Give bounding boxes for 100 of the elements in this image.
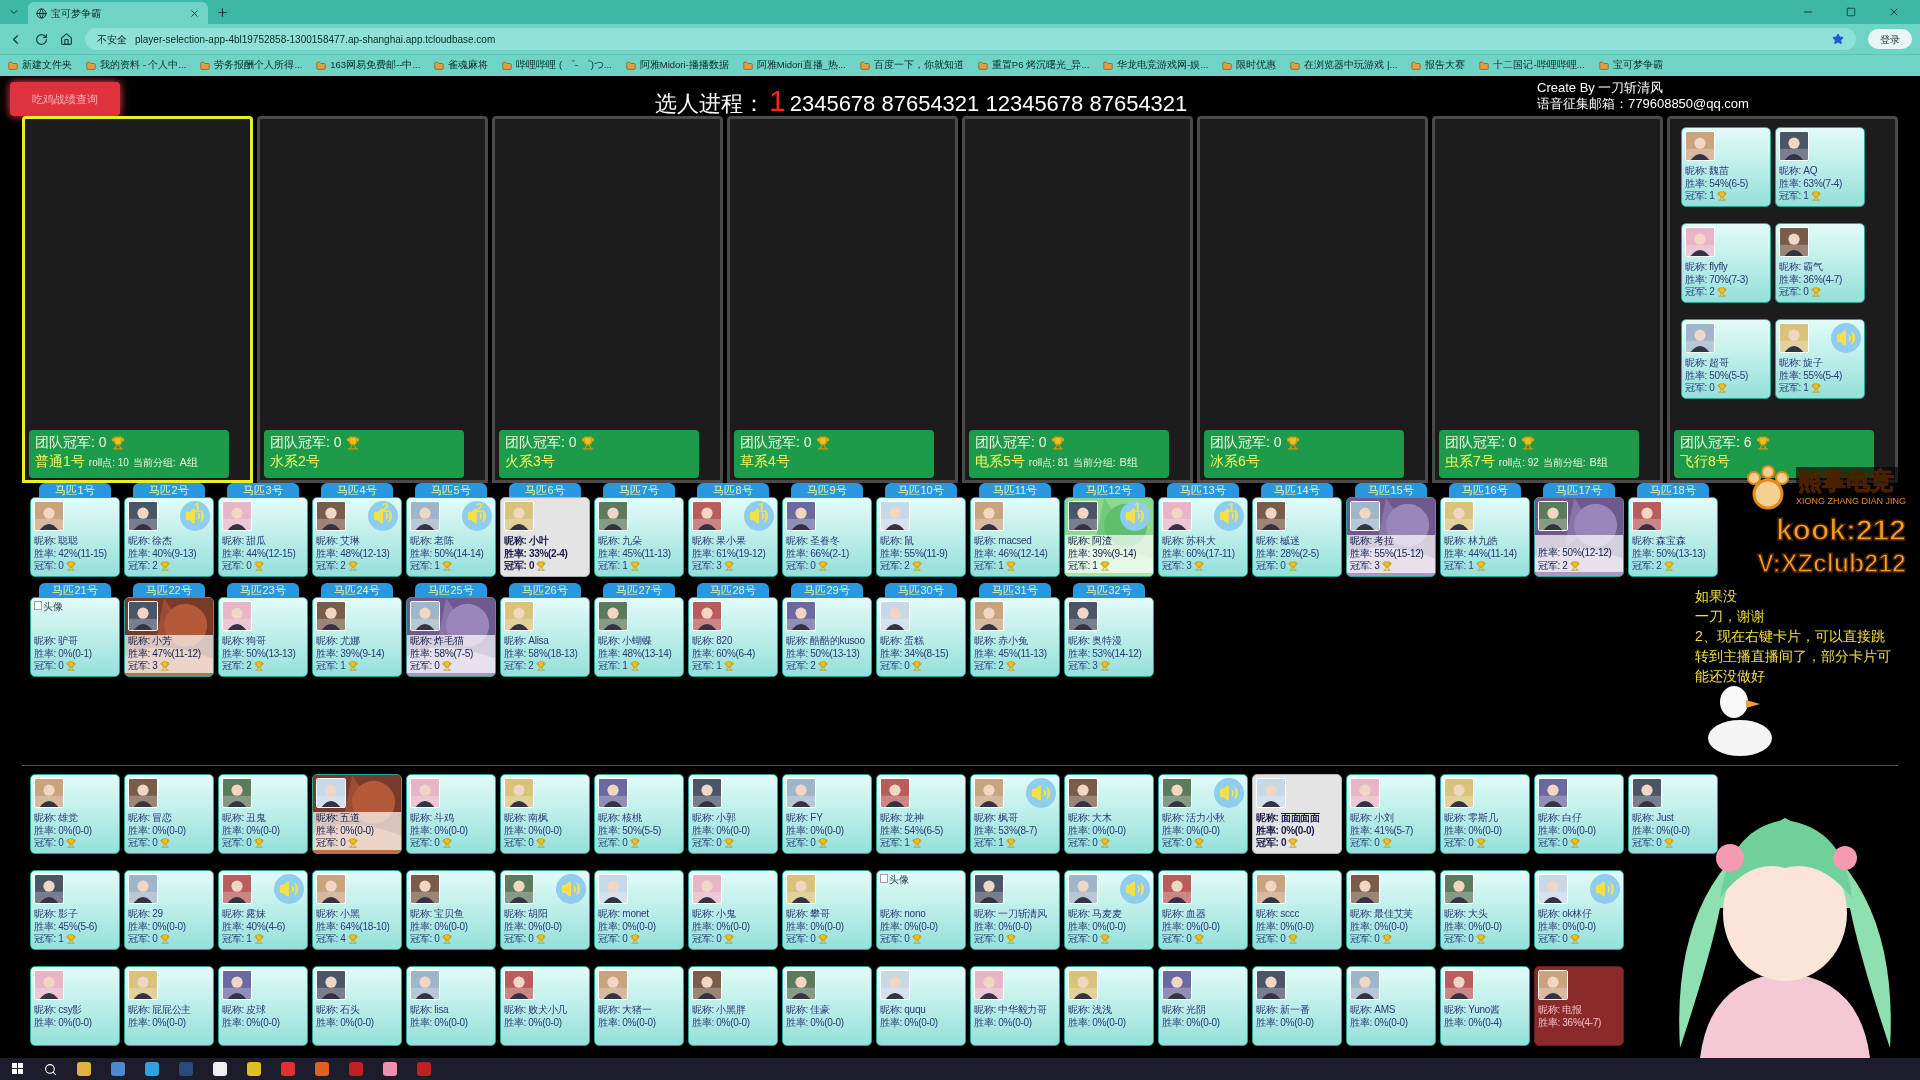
app-icon[interactable]	[247, 1062, 261, 1076]
player-card[interactable]: 昵称: 圣眷冬 胜率: 66%(2-1) 冠军: 0	[782, 497, 872, 577]
team-panel[interactable]: 团队冠军: 0 普通1号 roll点: 10 当前分组: A组	[22, 116, 253, 483]
speaker-badge[interactable]	[1831, 323, 1861, 353]
player-card[interactable]: 昵称: 败犬小几 胜率: 0%(0-0)	[500, 966, 590, 1046]
bookmark-link[interactable]: 十二国记-哔哩哔哩...	[1493, 58, 1585, 73]
player-card[interactable]: 昵称: 小黑 胜率: 64%(18-10) 冠军: 4	[312, 870, 402, 950]
player-card[interactable]: 昵称: 狗哥 胜率: 50%(13-13) 冠军: 2	[218, 597, 308, 677]
speaker-badge[interactable]	[1214, 778, 1244, 808]
bookmark-link[interactable]: 我的资料 - 个人中...	[100, 58, 187, 73]
player-card[interactable]: 昵称: 活力小秋 胜率: 0%(0-0) 冠军: 0	[1158, 774, 1248, 854]
player-card[interactable]: 昵称: 聪聪 胜率: 42%(11-15) 冠军: 0	[30, 497, 120, 577]
bookmark-link[interactable]: 劳务报酬个人所得...	[214, 58, 303, 73]
player-card[interactable]: 昵称: macsed 胜率: 46%(12-14) 冠军: 1	[970, 497, 1060, 577]
bookmark-link[interactable]: 重置P6 烤沉曙光_异...	[991, 58, 1090, 73]
player-card[interactable]: 昵称: 石头 胜率: 0%(0-0)	[312, 966, 402, 1046]
player-card[interactable]: 昵称: 佳豪 胜率: 0%(0-0)	[782, 966, 872, 1046]
player-card[interactable]: 昵称: 新一番 胜率: 0%(0-0)	[1252, 966, 1342, 1046]
player-card[interactable]: 昵称: 丑鬼 胜率: 0%(0-0) 冠军: 0	[218, 774, 308, 854]
player-card[interactable]: 昵称: 赤小兔 胜率: 45%(11-13) 冠军: 2	[970, 597, 1060, 677]
player-card[interactable]: 昵称: 胡阳 胜率: 0%(0-0) 冠军: 0	[500, 870, 590, 950]
player-card[interactable]: 昵称: 小刘 胜率: 41%(5-7) 冠军: 0	[1346, 774, 1436, 854]
browser-tab[interactable]: 宝可梦争霸	[28, 2, 208, 24]
player-card[interactable]: 昵称: 小蝴蝶 胜率: 48%(13-14) 冠军: 1	[594, 597, 684, 677]
player-card[interactable]: 昵称: 小黑胖 胜率: 0%(0-0)	[688, 966, 778, 1046]
speaker-badge[interactable]	[274, 874, 304, 904]
speaker-badge[interactable]	[1026, 778, 1056, 808]
player-card[interactable]: 头像 昵称: nono 胜率: 0%(0-0) 冠军: 0	[876, 870, 966, 950]
player-card[interactable]: 昵称: 29 胜率: 0%(0-0) 冠军: 0	[124, 870, 214, 950]
player-card[interactable]: 昵称: 林九皓 胜率: 44%(11-14) 冠军: 1	[1440, 497, 1530, 577]
player-card[interactable]: 昵称: 小郭 胜率: 0%(0-0) 冠军: 0	[688, 774, 778, 854]
app-icon[interactable]	[417, 1062, 431, 1076]
player-card[interactable]: 昵称: ququ 胜率: 0%(0-0)	[876, 966, 966, 1046]
app-icon[interactable]	[77, 1062, 91, 1076]
player-card[interactable]: 昵称: 大头 胜率: 0%(0-0) 冠军: 0	[1440, 870, 1530, 950]
player-card[interactable]: 1 昵称: 徐杰 胜率: 40%(9-13) 冠军: 2	[124, 497, 214, 577]
app-icon[interactable]	[179, 1062, 193, 1076]
player-card[interactable]: 1 昵称: 果小果 胜率: 61%(19-12) 冠军: 3	[688, 497, 778, 577]
player-card[interactable]: 昵称: 白仔 胜率: 0%(0-0) 冠军: 0	[1534, 774, 1624, 854]
player-card[interactable]: 昵称: 槭迷 胜率: 28%(2-5) 冠军: 0	[1252, 497, 1342, 577]
player-card[interactable]: 昵称: Just 胜率: 0%(0-0) 冠军: 0	[1628, 774, 1718, 854]
player-card[interactable]: 昵称: 魏苗 胜率: 54%(6-5) 冠军: 1	[1681, 127, 1771, 207]
bookmark-link[interactable]: 阿雅Midori直播_热...	[756, 58, 846, 73]
player-card[interactable]: 昵称: ok林仔 胜率: 0%(0-0) 冠军: 0	[1534, 870, 1624, 950]
player-card[interactable]: 昵称: FY 胜率: 0%(0-0) 冠军: 0	[782, 774, 872, 854]
player-card[interactable]: 昵称: 最佳艾芙 胜率: 0%(0-0) 冠军: 0	[1346, 870, 1436, 950]
team-panel[interactable]: 团队冠军: 0 电系5号 roll点: 81 当前分组: B组	[962, 116, 1193, 483]
player-card[interactable]: 昵称: 南枫 胜率: 0%(0-0) 冠军: 0	[500, 774, 590, 854]
player-card[interactable]: 昵称: 820 胜率: 60%(6-4) 冠军: 1	[688, 597, 778, 677]
player-card[interactable]: 昵称: 雄党 胜率: 0%(0-0) 冠军: 0	[30, 774, 120, 854]
bookmark-link[interactable]: 百度一下，你就知道	[873, 58, 964, 73]
player-card[interactable]: 昵称: 酷酷的kusoo 胜率: 50%(13-13) 冠军: 2	[782, 597, 872, 677]
player-card[interactable]: 昵称: Alisa 胜率: 58%(18-13) 冠军: 2	[500, 597, 590, 677]
player-card[interactable]: 昵称: 旋子 胜率: 55%(5-4) 冠军: 1	[1775, 319, 1865, 399]
search-icon[interactable]	[44, 1062, 57, 1076]
player-card[interactable]: 昵称: 一刀斩清风 胜率: 0%(0-0) 冠军: 0	[970, 870, 1060, 950]
speaker-badge[interactable]	[556, 874, 586, 904]
player-card[interactable]: 昵称: 攀哥 胜率: 0%(0-0) 冠军: 0	[782, 870, 872, 950]
app-icon[interactable]	[383, 1062, 397, 1076]
player-card[interactable]: 昵称: AMS 胜率: 0%(0-0)	[1346, 966, 1436, 1046]
player-card[interactable]: 头像 昵称: 驴哥 胜率: 0%(0-1) 冠军: 0	[30, 597, 120, 677]
bookmark-link[interactable]: 限时优惠	[1236, 58, 1277, 73]
player-card[interactable]: 昵称: 奥特漫 胜率: 53%(14-12) 冠军: 3	[1064, 597, 1154, 677]
bookmark-link[interactable]: 在浏览器中玩游戏 |...	[1304, 58, 1398, 73]
bookmark-link[interactable]: 新建文件夹	[22, 58, 72, 73]
bookmark-link[interactable]: 哔哩哔哩 ( ゜- ゜)つ...	[516, 58, 612, 73]
new-tab-icon[interactable]	[216, 5, 229, 19]
player-card[interactable]: 昵称: 尤娜 胜率: 39%(9-14) 冠军: 1	[312, 597, 402, 677]
player-card[interactable]: 昵称: 皮球 胜率: 0%(0-0)	[218, 966, 308, 1046]
player-card[interactable]: 昵称: 小叶 胜率: 33%(2-4) 冠军: 0	[500, 497, 590, 577]
windows-icon[interactable]	[12, 1063, 24, 1075]
address-bar[interactable]: 不安全 player-selection-app-4bl19752858-1300158477.ap-shanghai.app.tcloudbase.com	[85, 28, 1856, 50]
player-card[interactable]: 昵称: AQ 胜率: 63%(7-4) 冠军: 1	[1775, 127, 1865, 207]
player-card[interactable]: 昵称: 马麦麦 胜率: 0%(0-0) 冠军: 0	[1064, 870, 1154, 950]
player-card[interactable]: 昵称: 宝贝鱼 胜率: 0%(0-0) 冠军: 0	[406, 870, 496, 950]
login-button[interactable]: 登录	[1868, 29, 1912, 49]
player-card[interactable]: 昵称: 浅浅 胜率: 0%(0-0)	[1064, 966, 1154, 1046]
bookmark-link[interactable]: 报告大赛	[1425, 58, 1466, 73]
player-card[interactable]: 昵称: sccc 胜率: 0%(0-0) 冠军: 0	[1252, 870, 1342, 950]
app-icon[interactable]	[213, 1062, 227, 1076]
player-card[interactable]: 昵称: 森宝森 胜率: 50%(13-13) 冠军: 2	[1628, 497, 1718, 577]
player-card[interactable]: 昵称: 鼠 胜率: 55%(11-9) 冠军: 2	[876, 497, 966, 577]
player-card[interactable]: 昵称: 霸气 胜率: 36%(4-7) 冠军: 0	[1775, 223, 1865, 303]
speaker-badge[interactable]	[1590, 874, 1620, 904]
player-card[interactable]: 昵称: 中华毅力哥 胜率: 0%(0-0)	[970, 966, 1060, 1046]
player-card[interactable]: 昵称: flyfly 胜率: 70%(7-3) 冠军: 2	[1681, 223, 1771, 303]
maximize-icon[interactable]	[1846, 7, 1856, 17]
player-card[interactable]: 昵称: 血器 胜率: 0%(0-0) 冠军: 0	[1158, 870, 1248, 950]
player-card[interactable]: 昵称: 小鬼 胜率: 0%(0-0) 冠军: 0	[688, 870, 778, 950]
player-card[interactable]: 昵称: 零斯几 胜率: 0%(0-0) 冠军: 0	[1440, 774, 1530, 854]
home-icon[interactable]	[60, 32, 73, 46]
player-card[interactable]: 昵称: 大猪一 胜率: 0%(0-0)	[594, 966, 684, 1046]
player-card[interactable]: 昵称: 影子 胜率: 45%(5-6) 冠军: 1	[30, 870, 120, 950]
bookmark-link[interactable]: 宝可梦争霸	[1612, 58, 1663, 73]
player-card[interactable]: 昵称: 龙神 胜率: 54%(6-5) 冠军: 1	[876, 774, 966, 854]
player-card[interactable]: 昵称: 甜瓜 胜率: 44%(12-15) 冠军: 0	[218, 497, 308, 577]
player-card[interactable]: 昵称: 枫哥 胜率: 53%(8-7) 冠军: 1	[970, 774, 1060, 854]
app-icon[interactable]	[349, 1062, 363, 1076]
player-card[interactable]: 昵称: 超哥 胜率: 50%(5-5) 冠军: 0	[1681, 319, 1771, 399]
bookmark-link[interactable]: 雀魂麻将	[448, 58, 489, 73]
